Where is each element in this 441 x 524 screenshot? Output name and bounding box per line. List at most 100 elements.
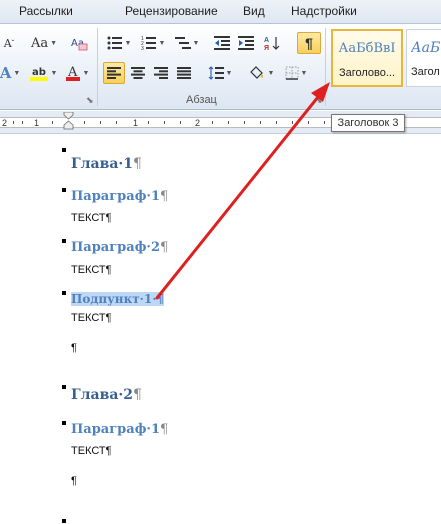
body-text: ТЕКСТ xyxy=(71,445,106,457)
ruler-tick xyxy=(116,121,117,124)
multilevel-list-icon xyxy=(174,37,191,49)
font-color-icon: A xyxy=(65,65,80,81)
bullet-list-icon xyxy=(107,36,122,50)
change-case-label: Aa xyxy=(30,35,49,51)
increase-indent-icon xyxy=(238,36,254,50)
heading-text: Параграф·1 xyxy=(71,189,160,204)
clear-formatting-button[interactable]: Aa xyxy=(68,32,90,54)
group-separator xyxy=(97,28,98,106)
justify-button[interactable] xyxy=(174,62,194,84)
tab-mailings[interactable]: Рассылки xyxy=(19,4,73,18)
paint-bucket-icon xyxy=(249,66,263,79)
ruler-number: 2 xyxy=(195,118,201,128)
show-formatting-marks-button[interactable]: ¶ xyxy=(297,32,321,54)
ruler-tick xyxy=(324,121,325,124)
body-paragraph[interactable]: ТЕКСТ¶ xyxy=(71,264,112,276)
heading-text: Глава·2 xyxy=(71,387,134,403)
ruler-tick xyxy=(22,121,23,124)
align-right-button[interactable] xyxy=(151,62,171,84)
empty-paragraph[interactable]: ¶ xyxy=(71,342,77,354)
paragraph-marker xyxy=(62,421,66,425)
body-paragraph[interactable]: ТЕКСТ¶ xyxy=(71,212,112,224)
paragraph-marker xyxy=(62,239,66,243)
svg-text:ab: ab xyxy=(32,67,46,78)
pilcrow-mark: ¶ xyxy=(160,422,169,437)
text-effects-button[interactable]: A ▼ xyxy=(0,62,20,84)
font-dialog-launcher-icon[interactable]: ⬊ xyxy=(86,95,94,106)
style-sample: АаБб xyxy=(411,40,441,56)
heading-2[interactable]: Параграф·1¶ xyxy=(71,189,168,204)
justify-icon xyxy=(177,67,191,79)
paragraph-marker xyxy=(62,291,66,295)
borders-icon xyxy=(285,66,299,80)
change-case-button[interactable]: Aa ▼ xyxy=(28,32,60,54)
pilcrow-mark: ¶ xyxy=(160,189,169,204)
pilcrow-mark: ¶ xyxy=(105,312,112,324)
pilcrow-mark: ¶ xyxy=(160,240,169,255)
pilcrow-mark: ¶ xyxy=(105,445,112,457)
paragraph-marker xyxy=(62,385,66,389)
document-page[interactable]: Глава·1¶ Параграф·1¶ ТЕКСТ¶ Параграф·2¶ … xyxy=(0,135,441,524)
line-spacing-button[interactable]: ▼ xyxy=(205,62,235,84)
sort-button[interactable]: А Я xyxy=(262,32,282,54)
numbering-button[interactable]: 1 2 3 ▼ xyxy=(138,32,168,54)
ruler-number: 1 xyxy=(34,118,40,128)
increase-indent-button[interactable] xyxy=(236,32,256,54)
multilevel-list-button[interactable]: ▼ xyxy=(172,32,202,54)
svg-text:Я: Я xyxy=(264,45,269,51)
tab-view[interactable]: Вид xyxy=(243,4,265,18)
ribbon-tab-bar: Рассылки Рецензирование Вид Надстройки xyxy=(0,0,441,24)
ruler-tick xyxy=(13,121,14,124)
highlight-color-button[interactable]: ab ▼ xyxy=(26,62,60,84)
numbered-list-icon: 1 2 3 xyxy=(141,36,156,50)
bullets-button[interactable]: ▼ xyxy=(104,32,134,54)
borders-button[interactable]: ▼ xyxy=(282,62,310,84)
tooltip: Заголовок 3 xyxy=(331,114,405,132)
body-text: ТЕКСТ xyxy=(71,212,106,224)
heading-3-selected[interactable]: Подпункт·1·¶ xyxy=(71,292,165,306)
heading-text: Параграф·1 xyxy=(71,422,160,437)
heading-text: Глава·1 xyxy=(71,156,134,172)
ruler-tick xyxy=(244,121,245,124)
heading-2[interactable]: Параграф·2¶ xyxy=(71,240,168,255)
pilcrow-mark: ¶ xyxy=(133,387,142,403)
shading-button[interactable]: ▼ xyxy=(246,62,276,84)
shrink-font-button[interactable]: Aˇ xyxy=(0,32,18,54)
align-left-icon xyxy=(107,67,121,79)
heading-1[interactable]: Глава·2¶ xyxy=(71,387,142,403)
style-sample: АаБбВвI xyxy=(338,41,396,56)
align-left-button[interactable] xyxy=(103,62,125,84)
paragraph-marker xyxy=(62,148,66,152)
empty-paragraph[interactable]: ¶ xyxy=(71,475,77,487)
paragraph-marker xyxy=(62,519,66,523)
ruler-tick xyxy=(292,121,293,124)
style-heading-2[interactable]: АаБбВвI Заголово... xyxy=(331,29,403,87)
ruler-tick xyxy=(228,121,229,124)
body-text: ТЕКСТ xyxy=(71,312,106,324)
tab-add-ins[interactable]: Надстройки xyxy=(291,4,357,18)
heading-2[interactable]: Параграф·1¶ xyxy=(71,422,168,437)
line-spacing-icon xyxy=(208,66,224,80)
indent-marker-icon[interactable] xyxy=(63,112,74,132)
align-right-icon xyxy=(154,67,168,79)
ruler-tick xyxy=(260,121,261,124)
highlighter-icon: ab xyxy=(29,67,48,81)
body-paragraph[interactable]: ТЕКСТ¶ xyxy=(71,312,112,324)
tab-review[interactable]: Рецензирование xyxy=(125,4,218,18)
body-text: ТЕКСТ xyxy=(71,264,106,276)
style-heading-3[interactable]: АаБб Загол xyxy=(406,29,441,87)
paragraph-dialog-launcher-icon[interactable]: ⬊ xyxy=(315,95,323,106)
svg-text:А: А xyxy=(264,37,269,44)
ruler-tick xyxy=(180,121,181,124)
body-paragraph[interactable]: ТЕКСТ¶ xyxy=(71,445,112,457)
decrease-indent-button[interactable] xyxy=(212,32,232,54)
decrease-indent-icon xyxy=(214,36,230,50)
ruler-tick xyxy=(84,121,85,124)
align-center-button[interactable] xyxy=(128,62,148,84)
style-name: Загол xyxy=(411,66,440,78)
ruler-tick xyxy=(52,121,53,124)
selected-heading-text: Подпункт·1·¶ xyxy=(71,292,165,306)
font-color-button[interactable]: A ▼ xyxy=(62,62,92,84)
ruler-tick xyxy=(164,121,165,124)
heading-1[interactable]: Глава·1¶ xyxy=(71,156,142,172)
